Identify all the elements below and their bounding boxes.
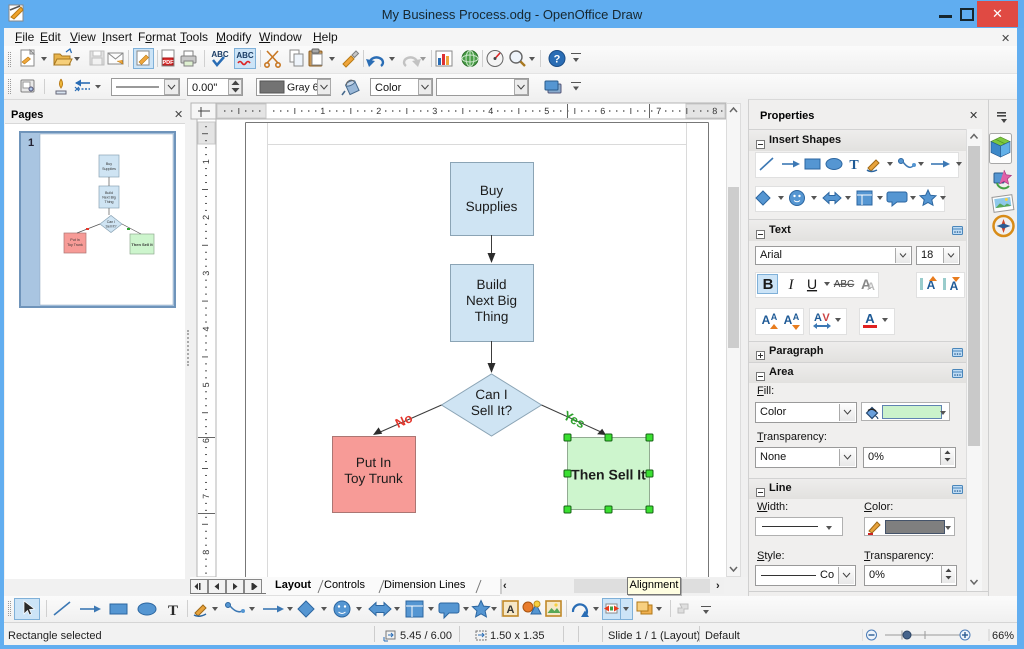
svg-text:6: 6 [201, 438, 211, 443]
svg-text:Can I: Can I [475, 387, 507, 402]
svg-text:Buy: Buy [106, 162, 112, 166]
svg-text:Build: Build [476, 277, 506, 292]
svg-text:7: 7 [656, 106, 661, 116]
svg-text:4: 4 [201, 326, 211, 331]
svg-text:8: 8 [712, 106, 717, 116]
svg-text:1: 1 [28, 137, 34, 149]
svg-text:3: 3 [201, 271, 211, 276]
svg-text:A: A [762, 313, 771, 327]
svg-text:8: 8 [201, 550, 211, 555]
svg-text:Next Big: Next Big [466, 293, 517, 308]
svg-text:A: A [793, 312, 800, 322]
svg-text:Then Sell It: Then Sell It [131, 242, 153, 247]
svg-text:A: A [814, 312, 822, 324]
svg-text:Put In: Put In [356, 455, 391, 470]
svg-text:4: 4 [488, 106, 493, 116]
svg-text:A: A [507, 604, 515, 616]
svg-text:Put In: Put In [70, 238, 79, 242]
svg-text:Sell It?: Sell It? [471, 403, 512, 418]
svg-text:Toy Trunk: Toy Trunk [344, 471, 403, 486]
svg-text:7: 7 [201, 494, 211, 499]
svg-text:ABC: ABC [236, 51, 254, 60]
svg-text:T: T [849, 158, 859, 173]
svg-text:A: A [784, 313, 793, 327]
svg-text:I: I [788, 277, 795, 293]
svg-text:Next Big: Next Big [102, 196, 116, 200]
svg-text:V: V [822, 312, 830, 324]
svg-text:?: ? [554, 54, 561, 66]
svg-text:Color: Color [375, 82, 402, 94]
svg-text:5: 5 [544, 106, 549, 116]
svg-text:A: A [950, 279, 959, 293]
svg-text:A: A [865, 311, 875, 326]
svg-text:0.00": 0.00" [192, 82, 217, 94]
svg-text:Supplies: Supplies [102, 167, 116, 171]
svg-text:ABC: ABC [834, 279, 855, 290]
svg-text:Sell It?: Sell It? [106, 225, 117, 229]
svg-text:5: 5 [201, 382, 211, 387]
svg-text:T: T [168, 603, 178, 619]
svg-text:1: 1 [320, 106, 325, 116]
svg-text:Can I: Can I [107, 220, 116, 224]
svg-text:2: 2 [201, 215, 211, 220]
svg-text:ABC: ABC [211, 50, 229, 59]
svg-text:Gray 6: Gray 6 [287, 82, 319, 94]
svg-text:Toy Trunk: Toy Trunk [67, 243, 83, 247]
svg-text:6: 6 [600, 106, 605, 116]
svg-text:2: 2 [376, 106, 381, 116]
svg-text:Thing: Thing [475, 309, 509, 324]
svg-text:1: 1 [201, 159, 211, 164]
svg-text:Thing: Thing [105, 200, 114, 204]
svg-text:No: No [393, 410, 415, 431]
svg-text:Buy: Buy [480, 183, 504, 198]
svg-text:3: 3 [432, 106, 437, 116]
svg-text:Supplies: Supplies [466, 199, 518, 214]
svg-text:B: B [763, 276, 774, 293]
svg-text:U: U [807, 276, 817, 292]
svg-text:Build: Build [105, 191, 113, 195]
svg-text:Then Sell It: Then Sell It [571, 467, 646, 483]
svg-text:A: A [771, 312, 778, 322]
svg-text:A: A [867, 281, 875, 293]
svg-text:PDF: PDF [163, 60, 175, 66]
svg-text:Yes: Yes [561, 408, 588, 432]
